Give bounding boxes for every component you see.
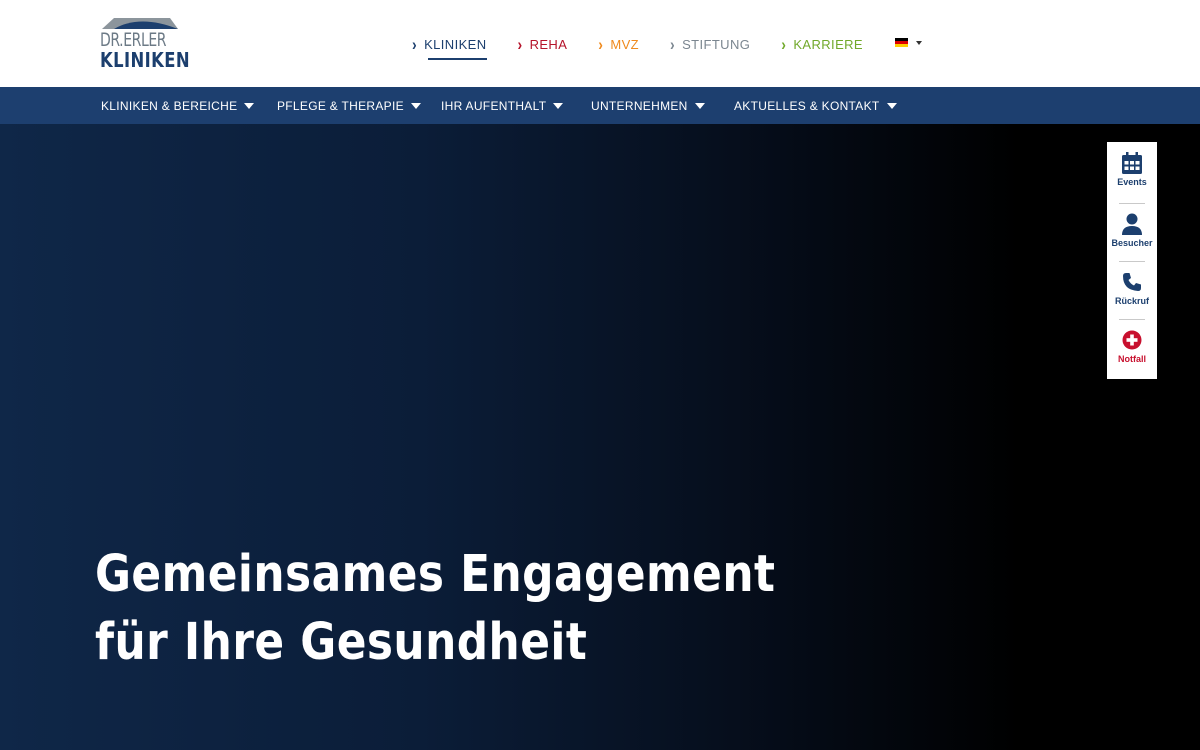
- chevron-right-icon: ›: [517, 34, 523, 54]
- caret-down-icon: [244, 102, 255, 109]
- hero-banner: Gemeinsames Engagement für Ihre Gesundhe…: [0, 124, 1200, 750]
- nav-label: UNTERNEHMEN: [591, 98, 688, 113]
- hero-title-line1: Gemeinsames Engagement: [95, 545, 776, 604]
- logo-roof-icon: [102, 18, 178, 29]
- main-nav: KLINIKEN & BEREICHE PFLEGE & THERAPIE IH…: [0, 87, 1200, 124]
- quick-link-label: Notfall: [1118, 354, 1146, 364]
- nav-label: IHR AUFENTHALT: [441, 98, 547, 113]
- nav-label: PFLEGE & THERAPIE: [277, 98, 404, 113]
- brand-link-reha[interactable]: › REHA: [518, 34, 568, 54]
- nav-unternehmen[interactable]: UNTERNEHMEN: [591, 87, 705, 124]
- quick-link-notfall[interactable]: Notfall: [1107, 319, 1157, 377]
- nav-label: KLINIKEN & BEREICHE: [101, 98, 238, 113]
- logo-text-bottom: KLINIKEN: [100, 48, 191, 72]
- chevron-right-icon: ›: [598, 34, 604, 54]
- language-selector[interactable]: [895, 38, 922, 47]
- brand-link-mvz[interactable]: › MVZ: [598, 34, 639, 54]
- nav-aktuelles-kontakt[interactable]: AKTUELLES & KONTAKT: [734, 87, 897, 124]
- brand-link-label: MVZ: [610, 36, 640, 52]
- brand-link-stiftung[interactable]: › STIFTUNG: [670, 34, 750, 54]
- quick-link-besucher[interactable]: Besucher: [1107, 203, 1157, 261]
- nav-ihr-aufenthalt[interactable]: IHR AUFENTHALT: [441, 87, 564, 124]
- logo[interactable]: DR.ERLER KLINIKEN: [100, 16, 190, 72]
- caret-down-icon: [886, 102, 897, 109]
- nav-label: AKTUELLES & KONTAKT: [734, 98, 880, 113]
- quick-links-panel: Events Besucher Rückruf Notfall: [1107, 142, 1157, 379]
- hero-title: Gemeinsames Engagement für Ihre Gesundhe…: [95, 541, 775, 677]
- quick-link-label: Events: [1117, 177, 1147, 187]
- calendar-icon: [1121, 152, 1143, 174]
- nav-pflege-therapie[interactable]: PFLEGE & THERAPIE: [277, 87, 421, 124]
- quick-link-events[interactable]: Events: [1107, 142, 1157, 200]
- nav-kliniken-bereiche[interactable]: KLINIKEN & BEREICHE: [101, 87, 255, 124]
- caret-down-icon: [410, 102, 421, 109]
- phone-icon: [1121, 271, 1143, 293]
- user-icon: [1121, 213, 1143, 235]
- caret-down-icon: [916, 40, 922, 45]
- brand-link-label: REHA: [529, 36, 568, 52]
- brand-link-kliniken[interactable]: › KLINIKEN: [412, 34, 487, 60]
- top-header: DR.ERLER KLINIKEN › KLINIKEN › REHA › MV…: [0, 0, 1200, 87]
- hero-title-line2: für Ihre Gesundheit: [95, 613, 588, 672]
- german-flag-icon: [895, 38, 908, 47]
- chevron-right-icon: ›: [670, 34, 676, 54]
- brand-nav: › KLINIKEN › REHA › MVZ › STIFTUNG › KAR…: [412, 34, 894, 60]
- brand-link-label: KARRIERE: [793, 36, 864, 52]
- quick-link-rueckruf[interactable]: Rückruf: [1107, 261, 1157, 319]
- brand-link-label: KLINIKEN: [424, 36, 487, 52]
- emergency-plus-icon: [1121, 329, 1143, 351]
- logo-text-top: DR.ERLER: [100, 29, 167, 51]
- caret-down-icon: [694, 102, 705, 109]
- chevron-right-icon: ›: [781, 34, 787, 54]
- quick-link-label: Rückruf: [1114, 296, 1149, 306]
- caret-down-icon: [553, 102, 564, 109]
- brand-link-label: STIFTUNG: [682, 36, 751, 52]
- quick-link-label: Besucher: [1111, 238, 1153, 248]
- brand-link-karriere[interactable]: › KARRIERE: [781, 34, 863, 54]
- chevron-right-icon: ›: [412, 34, 418, 54]
